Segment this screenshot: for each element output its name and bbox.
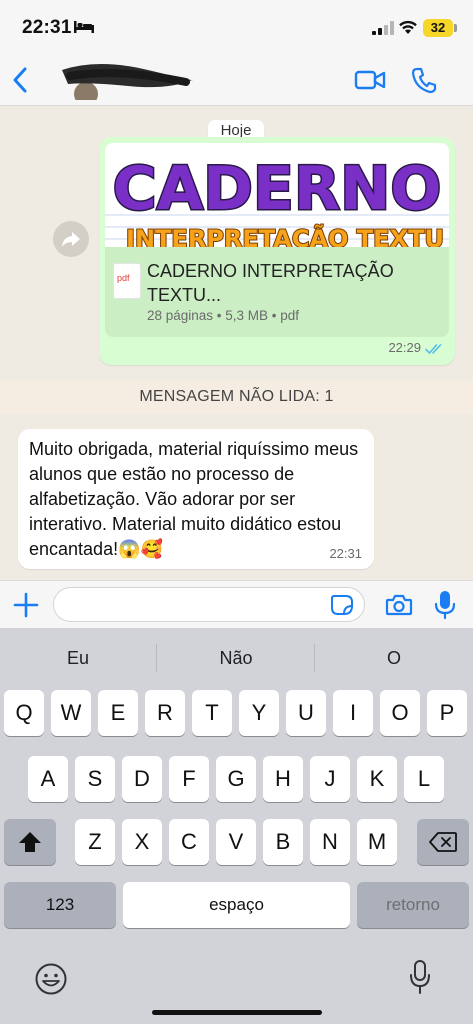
key-a[interactable]: A bbox=[28, 756, 68, 802]
key-h[interactable]: H bbox=[263, 756, 303, 802]
return-key[interactable]: retorno bbox=[357, 882, 469, 928]
message-text: Muito obrigada, material riquíssimo meus… bbox=[29, 439, 359, 559]
key-b[interactable]: B bbox=[263, 819, 303, 865]
key-d[interactable]: D bbox=[122, 756, 162, 802]
pdf-cover-art: CADERNO INTERPRETAÇÃO TEXTU bbox=[105, 153, 449, 247]
outgoing-message-bubble[interactable]: CADERNO INTERPRETAÇÃO TEXTU pdf CADERNO … bbox=[99, 137, 455, 365]
battery-tip bbox=[454, 24, 457, 32]
key-n[interactable]: N bbox=[310, 819, 350, 865]
numbers-key[interactable]: 123 bbox=[4, 882, 116, 928]
shift-arrow-icon bbox=[19, 832, 41, 852]
incoming-message-bubble[interactable]: Muito obrigada, material riquíssimo meus… bbox=[18, 429, 374, 569]
key-v[interactable]: V bbox=[216, 819, 256, 865]
file-meta: 28 páginas • 5,3 MB • pdf bbox=[147, 308, 300, 323]
key-u[interactable]: U bbox=[286, 690, 326, 736]
attach-plus-icon[interactable] bbox=[13, 592, 39, 618]
key-s[interactable]: S bbox=[75, 756, 115, 802]
key-q[interactable]: Q bbox=[4, 690, 44, 736]
backspace-icon bbox=[429, 832, 457, 852]
forward-arrow-icon bbox=[62, 232, 80, 247]
suggestion-2[interactable]: Não bbox=[161, 648, 311, 669]
emoji-icon[interactable] bbox=[34, 962, 68, 996]
suggestion-divider bbox=[156, 644, 157, 672]
key-o[interactable]: O bbox=[380, 690, 420, 736]
home-indicator bbox=[152, 1010, 322, 1015]
phone-call-icon[interactable] bbox=[411, 66, 437, 94]
backspace-key[interactable] bbox=[417, 819, 469, 865]
key-x[interactable]: X bbox=[122, 819, 162, 865]
forward-button[interactable] bbox=[53, 221, 89, 257]
read-receipt-icon bbox=[425, 344, 442, 355]
key-i[interactable]: I bbox=[333, 690, 373, 736]
keyboard: Eu Não O Q W E R T Y U I O P A S D F G H… bbox=[0, 628, 473, 1024]
file-attachment-card[interactable]: pdf CADERNO INTERPRETAÇÃO TEXTU... 28 pá… bbox=[105, 247, 449, 337]
chat-area[interactable]: Hoje CADERNO INTERPRETAÇÃO TEXTU pdf CAD… bbox=[0, 106, 473, 580]
key-g[interactable]: G bbox=[216, 756, 256, 802]
pdf-file-icon: pdf bbox=[113, 263, 141, 299]
wifi-icon bbox=[399, 20, 417, 34]
key-l[interactable]: L bbox=[404, 756, 444, 802]
back-chevron-icon[interactable] bbox=[10, 66, 32, 94]
key-y[interactable]: Y bbox=[239, 690, 279, 736]
cellular-signal-icon bbox=[372, 21, 394, 35]
shift-key[interactable] bbox=[4, 819, 56, 865]
key-w[interactable]: W bbox=[51, 690, 91, 736]
status-bar: 22:31 32 bbox=[0, 0, 473, 56]
status-time: 22:31 bbox=[22, 17, 72, 38]
microphone-icon[interactable] bbox=[434, 590, 456, 620]
pdf-cover-subtitle: INTERPRETAÇÃO TEXTU bbox=[126, 224, 444, 247]
pdf-thumbnail[interactable]: CADERNO INTERPRETAÇÃO TEXTU bbox=[105, 143, 449, 247]
key-p[interactable]: P bbox=[427, 690, 467, 736]
camera-icon[interactable] bbox=[385, 593, 413, 617]
key-k[interactable]: K bbox=[357, 756, 397, 802]
key-f[interactable]: F bbox=[169, 756, 209, 802]
message-input[interactable] bbox=[53, 587, 365, 622]
chat-header bbox=[0, 56, 473, 106]
file-name: CADERNO INTERPRETAÇÃO TEXTU... bbox=[147, 261, 394, 305]
pdf-cover-title: CADERNO bbox=[113, 154, 442, 224]
message-time: 22:31 bbox=[329, 546, 362, 561]
key-j[interactable]: J bbox=[310, 756, 350, 802]
battery-indicator: 32 bbox=[423, 19, 453, 37]
key-e[interactable]: E bbox=[98, 690, 138, 736]
sleep-focus-icon bbox=[74, 21, 94, 33]
message-composer bbox=[0, 580, 473, 628]
key-m[interactable]: M bbox=[357, 819, 397, 865]
key-r[interactable]: R bbox=[145, 690, 185, 736]
unread-messages-banner: MENSAGEM NÃO LIDA: 1 bbox=[0, 380, 473, 414]
key-t[interactable]: T bbox=[192, 690, 232, 736]
video-call-icon[interactable] bbox=[354, 68, 386, 92]
suggestion-3[interactable]: O bbox=[319, 648, 469, 669]
dictation-microphone-icon[interactable] bbox=[408, 959, 432, 995]
suggestion-1[interactable]: Eu bbox=[3, 648, 153, 669]
message-time: 22:29 bbox=[388, 340, 421, 355]
sticker-icon[interactable] bbox=[330, 594, 354, 616]
pdf-file-icon-label: pdf bbox=[117, 273, 130, 283]
key-z[interactable]: Z bbox=[75, 819, 115, 865]
contact-name-redacted[interactable] bbox=[58, 60, 194, 100]
key-c[interactable]: C bbox=[169, 819, 209, 865]
suggestion-divider bbox=[314, 644, 315, 672]
space-key[interactable]: espaço bbox=[123, 882, 350, 928]
